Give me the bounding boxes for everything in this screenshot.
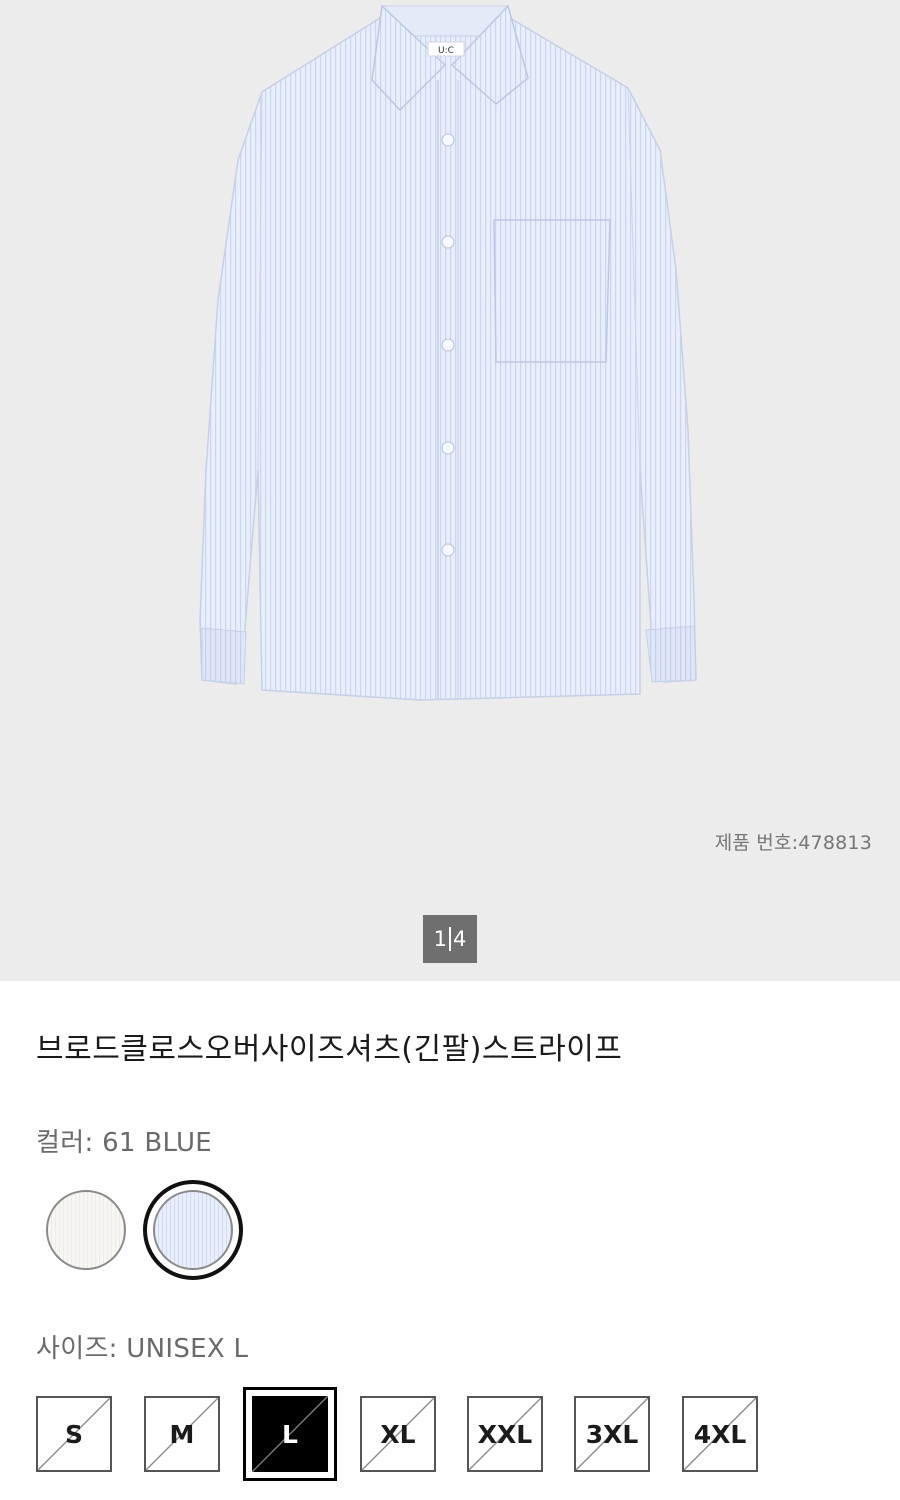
size-option-3xl[interactable]: 3XL [574, 1396, 650, 1472]
size-option-label: XXL [477, 1419, 533, 1449]
pager-separator [449, 927, 451, 951]
size-option-m[interactable]: M [144, 1396, 220, 1472]
size-option-4xl[interactable]: 4XL [682, 1396, 758, 1472]
product-image-gallery[interactable]: U:C 제품 번호:478813 1 4 [0, 0, 900, 981]
color-swatch-blue[interactable] [143, 1180, 243, 1280]
size-option-label: M [169, 1419, 195, 1449]
product-title: 브로드클로스오버사이즈셔츠(긴팔)스트라이프 [36, 1032, 623, 1067]
size-option-label: 4XL [693, 1419, 747, 1449]
size-option-xxl[interactable]: XXL [467, 1396, 543, 1472]
size-option-s[interactable]: S [36, 1396, 112, 1472]
color-swatch-white[interactable] [46, 1190, 126, 1270]
size-option-l[interactable]: L [243, 1387, 337, 1481]
size-option-label: XL [380, 1419, 416, 1449]
size-option-label: 3XL [585, 1419, 639, 1449]
image-pager[interactable]: 1 4 [423, 915, 477, 963]
pager-total: 4 [453, 927, 467, 951]
size-option-xl[interactable]: XL [360, 1396, 436, 1472]
size-option-label: S [64, 1419, 83, 1449]
brand-tag: U:C [438, 46, 454, 56]
pager-current: 1 [433, 927, 447, 951]
size-option-label: L [282, 1419, 298, 1449]
color-label: 컬러: 61 BLUE [36, 1128, 212, 1158]
product-number: 제품 번호:478813 [714, 832, 872, 854]
size-label: 사이즈: UNISEX L [36, 1334, 249, 1364]
